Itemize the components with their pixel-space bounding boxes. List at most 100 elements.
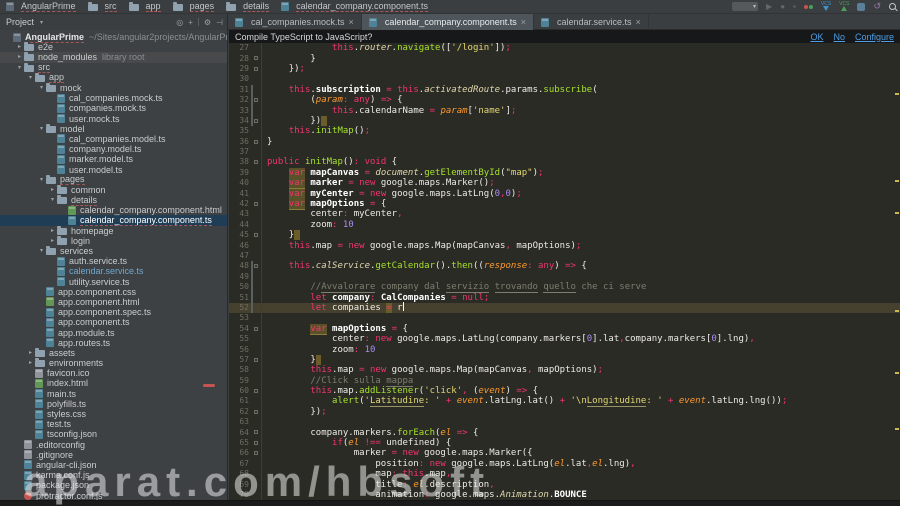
code-line[interactable]: 37 (229, 146, 900, 158)
tree-row[interactable]: ▸ e2e (0, 42, 227, 52)
vcs-update-icon[interactable]: VCS (821, 2, 831, 11)
code-line[interactable]: 33 this.calendarName = param['name']; (229, 105, 900, 116)
fold-marker-icon[interactable] (254, 326, 258, 331)
breadcrumb-item[interactable]: app (128, 1, 161, 12)
breadcrumb-item[interactable]: AngularPrime (6, 1, 76, 12)
code-line[interactable]: 35 this.initMap(); (229, 126, 900, 137)
tree-row[interactable]: app.routes.ts (0, 338, 227, 348)
project-tree[interactable]: AngularPrime ~/Sites/angular2projects/Ang… (0, 30, 228, 506)
code-line[interactable]: 45 } (229, 230, 900, 241)
fold-marker-icon[interactable] (254, 118, 258, 123)
tree-row[interactable]: ▾ services (0, 246, 227, 256)
gutter[interactable] (249, 261, 262, 272)
gutter[interactable] (249, 344, 262, 355)
code-line[interactable]: 48 this.calService.getCalendar().then((r… (229, 261, 900, 272)
tree-arrow-icon[interactable]: ▾ (48, 195, 57, 205)
fold-marker-icon[interactable] (254, 409, 258, 414)
tab-close-icon[interactable]: × (636, 17, 641, 27)
expand-all-icon[interactable]: + (188, 18, 193, 27)
tree-row[interactable]: polyfills.ts (0, 399, 227, 409)
code-line[interactable]: 40 var marker = new google.maps.Marker()… (229, 178, 900, 190)
code-line[interactable]: 56 zoom: 10 (229, 344, 900, 355)
debug-icon[interactable]: ● (780, 2, 785, 11)
gutter[interactable] (249, 146, 262, 158)
tree-row[interactable]: cal_companies.mock.ts (0, 93, 227, 103)
fold-marker-icon[interactable] (254, 264, 258, 269)
tree-row[interactable]: auth.service.ts (0, 256, 227, 266)
tree-row[interactable]: ▸ common (0, 184, 227, 195)
gutter[interactable] (249, 333, 262, 345)
tree-arrow-icon[interactable]: ▾ (15, 63, 24, 73)
gutter[interactable] (249, 323, 262, 334)
tree-arrow-icon[interactable]: ▸ (48, 185, 57, 195)
notification-action-ok[interactable]: OK (810, 32, 823, 42)
code-line[interactable]: 32 (param: any) => { (229, 94, 900, 106)
tree-arrow-icon[interactable]: ▸ (48, 236, 57, 246)
tree-arrow-icon[interactable]: ▾ (37, 124, 46, 134)
gutter[interactable] (249, 136, 262, 147)
code-line[interactable]: 59 //Click sulla mappa (229, 375, 900, 387)
code-line[interactable]: 27 this.router.navigate(['/login']); (229, 43, 900, 54)
search-icon[interactable] (889, 3, 896, 10)
tree-row[interactable]: ▸ homepage (0, 225, 227, 236)
gutter[interactable] (249, 281, 262, 293)
code-line[interactable]: 31 this.subscription = this.activatedRou… (229, 84, 900, 95)
fold-marker-icon[interactable] (254, 97, 258, 102)
tree-row[interactable]: index.html (0, 378, 227, 388)
gutter[interactable] (249, 313, 262, 324)
gutter[interactable] (249, 385, 262, 397)
code-line[interactable]: 63 (229, 417, 900, 428)
tree-row[interactable]: ▸ login (0, 235, 227, 246)
code-line[interactable]: 47 (229, 250, 900, 262)
code-line[interactable]: 30 (229, 74, 900, 85)
tree-arrow-icon[interactable]: ▾ (37, 246, 46, 256)
tree-row[interactable]: favicon.ico (0, 368, 227, 378)
tree-row[interactable]: ▾ app (0, 72, 227, 84)
project-panel-header[interactable]: Project ▾ ◎ + ⚙ ⊣ (0, 14, 228, 30)
gutter[interactable] (249, 115, 262, 127)
breadcrumb-item[interactable]: details (226, 1, 270, 12)
code-line[interactable]: 50 //Avvalorare company dal servizio tro… (229, 281, 900, 294)
stop-icon[interactable]: ▪ (793, 2, 796, 11)
tree-row[interactable]: app.component.ts (0, 317, 227, 327)
tree-arrow-icon[interactable]: ▸ (48, 226, 57, 236)
tree-row[interactable]: styles.css (0, 409, 227, 419)
tree-row[interactable]: app.component.spec.ts (0, 307, 227, 317)
gutter[interactable] (249, 84, 262, 95)
gutter[interactable] (249, 53, 262, 64)
code-line[interactable]: 62 }); (229, 406, 900, 418)
gutter[interactable] (249, 219, 262, 231)
fold-marker-icon[interactable] (254, 201, 258, 206)
notification-action-configure[interactable]: Configure (855, 32, 894, 42)
gutter[interactable] (249, 63, 262, 75)
tree-row[interactable]: user.mock.ts (0, 114, 227, 124)
code-line[interactable]: 49 (229, 271, 900, 282)
code-line[interactable]: 65 if(el !== undefined) { (229, 437, 900, 449)
code-line[interactable]: 64 company.markers.forEach(el => { (229, 427, 900, 438)
tab-close-icon[interactable]: × (521, 17, 526, 27)
fold-marker-icon[interactable] (254, 233, 258, 238)
editor-tab[interactable]: cal_companies.mock.ts × (228, 14, 362, 30)
code-line[interactable]: 28 } (229, 53, 900, 64)
tree-row[interactable]: ▸ assets (0, 347, 227, 358)
code-line[interactable]: 57 } (229, 354, 900, 366)
changes-icon[interactable] (857, 2, 866, 11)
gutter[interactable] (249, 157, 262, 168)
fold-marker-icon[interactable] (254, 440, 258, 445)
fold-marker-icon[interactable] (254, 357, 258, 362)
tree-row[interactable]: cal_companies.model.ts (0, 134, 227, 144)
gutter[interactable] (249, 365, 262, 376)
fold-marker-icon[interactable] (254, 451, 258, 456)
gutter[interactable] (249, 417, 262, 428)
gutter[interactable] (249, 292, 262, 303)
code-line[interactable]: 34 }) (229, 115, 900, 127)
fold-marker-icon[interactable] (254, 388, 258, 393)
editor-tab[interactable]: calendar_company.component.ts × (361, 14, 534, 30)
code-line[interactable]: 52 let companies = r (229, 302, 900, 314)
tree-row[interactable]: ▾ model (0, 123, 227, 134)
gutter[interactable] (249, 94, 262, 106)
gutter[interactable] (249, 105, 262, 116)
tree-arrow-icon[interactable]: ▸ (26, 348, 35, 358)
tree-row[interactable]: companies.mock.ts (0, 103, 227, 113)
notification-action-no[interactable]: No (833, 32, 845, 42)
